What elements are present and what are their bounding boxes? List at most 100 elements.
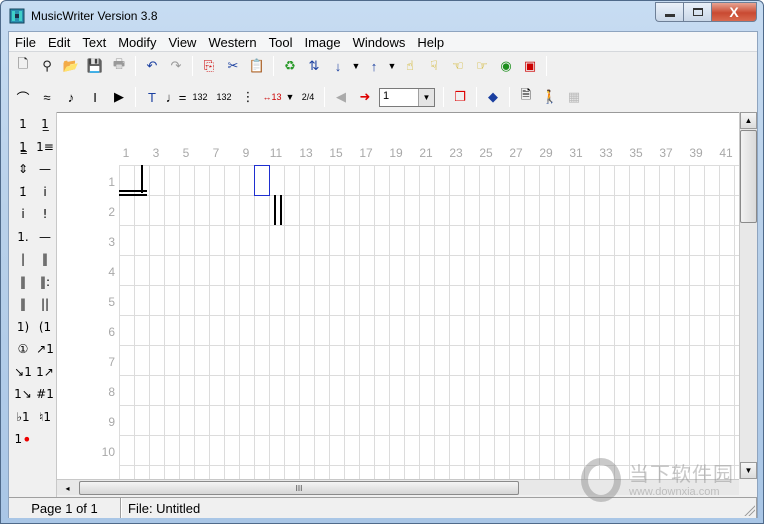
palette-thin-double-barline-button[interactable]: ||	[35, 294, 55, 314]
palette-bracket-right-button[interactable]: (1	[35, 317, 55, 337]
palette-circled-1-button[interactable]: ①	[13, 339, 33, 359]
palette-note-low-button[interactable]: i	[13, 204, 33, 224]
menu-modify[interactable]: Modify	[112, 32, 162, 52]
minimize-button[interactable]	[655, 2, 683, 22]
time-signature-button[interactable]: 2/4	[296, 86, 320, 108]
dotted-bar-button[interactable]: ⋮	[236, 86, 260, 108]
menu-help[interactable]: Help	[411, 32, 450, 52]
palette-barline-button[interactable]: |	[13, 249, 33, 269]
cut-button[interactable]: ✂	[221, 55, 245, 77]
palette-note-1-underline-button[interactable]: 1̲	[35, 114, 55, 134]
page-image-button[interactable]: 🗎	[514, 86, 538, 108]
palette-note-low-2-button[interactable]: !	[35, 204, 55, 224]
palette-repeat-start-button[interactable]: ‖	[13, 294, 33, 314]
save-button[interactable]: 💾	[83, 55, 107, 77]
vertical-scroll-thumb[interactable]	[740, 130, 757, 223]
copy-button[interactable]: ⎘	[197, 55, 221, 77]
horizontal-scroll-thumb[interactable]: III	[79, 481, 519, 495]
scroll-up-button[interactable]: ▲	[740, 112, 757, 129]
layers-button[interactable]: ❐	[448, 86, 472, 108]
palette-slide-up-button[interactable]: ↗1	[35, 339, 55, 359]
tempo-button[interactable]: ♩=	[164, 86, 188, 108]
sort-down-dropdown[interactable]: ▼	[350, 61, 362, 71]
palette-duration-toggle-button[interactable]: ⇕	[13, 159, 33, 179]
palette-note-red-dot-button[interactable]: 1 •	[13, 429, 33, 449]
score-canvas[interactable]: 1 3 5 7 9 11 13 15 17 19 21 23 25 27 29 31 33 35 37 39 41 1 2 3…	[57, 112, 739, 479]
maximize-button[interactable]	[683, 2, 711, 22]
horizontal-scrollbar[interactable]: ◂ III	[57, 479, 739, 495]
main-toolbar: 🗋 ⚲ 📂 💾 🖶 ↶ ↷ ⎘ ✂ 📋 ♻ ⇅ ↓ ▼ ↑ ▼ ☝ ☟ ☜ ☞ ◉ ▣	[9, 53, 757, 79]
palette-flat-1-button[interactable]: ♭1	[13, 407, 33, 427]
palette-bend-up-button[interactable]: 1↗	[35, 362, 55, 382]
combobox-arrow-button[interactable]: ▼	[418, 88, 434, 106]
lyric-2-button[interactable]: 132	[212, 86, 236, 108]
palette-repeat-end-button[interactable]: ‖:	[35, 272, 55, 292]
menu-view[interactable]: View	[163, 32, 203, 52]
new-document-button[interactable]: 🗋	[11, 55, 35, 77]
palette-slide-down-button[interactable]: ↘1	[13, 362, 33, 382]
slur-button[interactable]: ≈	[35, 86, 59, 108]
palette-note-1-button[interactable]: 1	[13, 114, 33, 134]
measure-dropdown[interactable]: ▼	[284, 92, 296, 102]
menu-edit[interactable]: Edit	[42, 32, 76, 52]
palette-note-high-button[interactable]: 1̇	[13, 182, 33, 202]
palette-note-high-2-button[interactable]: i	[35, 182, 55, 202]
text-tool-button[interactable]: T	[140, 86, 164, 108]
disabled-tool-button[interactable]: ▦	[562, 86, 586, 108]
palette-note-1-triple-underline-button[interactable]: 1≡	[35, 137, 55, 157]
palette-double-barline-button[interactable]: ‖	[35, 249, 55, 269]
scroll-left-button[interactable]: ◂	[59, 480, 76, 497]
menu-file[interactable]: File	[9, 32, 42, 52]
hand-right-button[interactable]: ☞	[470, 55, 494, 77]
palette-bracket-left-button[interactable]: 1)	[13, 317, 33, 337]
sort-up-button[interactable]: ↑	[362, 55, 386, 77]
menu-tool[interactable]: Tool	[263, 32, 299, 52]
refresh-button[interactable]: ♻	[278, 55, 302, 77]
menu-western[interactable]: Western	[202, 32, 262, 52]
palette-dash-button[interactable]: —	[35, 159, 55, 179]
menu-windows[interactable]: Windows	[347, 32, 412, 52]
note-button[interactable]: ♪	[59, 86, 83, 108]
play-button[interactable]: ▶	[107, 86, 131, 108]
scroll-down-button[interactable]: ▼	[740, 462, 757, 479]
lyric-1-button[interactable]: 132	[188, 86, 212, 108]
measure-button[interactable]: ↔13	[260, 86, 284, 108]
arrow-left-button[interactable]: ◀	[329, 86, 353, 108]
row-label: 5	[108, 295, 115, 309]
menu-text[interactable]: Text	[76, 32, 112, 52]
sort-down-button[interactable]: ↓	[326, 55, 350, 77]
selection-cursor[interactable]	[254, 165, 270, 196]
grid-column-line	[704, 165, 705, 479]
target-button[interactable]: ◉	[494, 55, 518, 77]
palette-end-barline-button[interactable]: ‖	[13, 272, 33, 292]
palette-note-1-dot-button[interactable]: 1.	[13, 227, 33, 247]
number-combobox[interactable]: 1 ▼	[379, 87, 435, 107]
hand-left-button[interactable]: ☜	[446, 55, 470, 77]
vertical-scrollbar[interactable]: ▲ ▼	[739, 112, 757, 479]
palette-note-1-double-underline-button[interactable]: 1̳	[13, 137, 33, 157]
sort-up-dropdown[interactable]: ▼	[386, 61, 398, 71]
print-button[interactable]: 🖶	[107, 55, 131, 77]
paste-button[interactable]: 📋	[245, 55, 269, 77]
text-cursor-button[interactable]: I	[83, 86, 107, 108]
palette-dash-2-button[interactable]: —	[35, 227, 55, 247]
redo-button[interactable]: ↷	[164, 55, 188, 77]
title-bar[interactable]: MusicWriter Version 3.8 X	[1, 1, 763, 31]
undo-button[interactable]: ↶	[140, 55, 164, 77]
hand-down-button[interactable]: ☟	[422, 55, 446, 77]
palette-natural-1-button[interactable]: ♮1	[35, 407, 55, 427]
close-button[interactable]: X	[711, 2, 757, 22]
open-folder-button[interactable]: 📂	[59, 55, 83, 77]
sort-az-button[interactable]: ⇅	[302, 55, 326, 77]
hand-up-button[interactable]: ☝	[398, 55, 422, 77]
palette-sharp-1-button[interactable]: #1	[35, 384, 55, 404]
image-chat-button[interactable]: ▣	[518, 55, 542, 77]
slur-up-button[interactable]: ⌒	[11, 86, 35, 108]
menu-image[interactable]: Image	[298, 32, 346, 52]
arrow-right-button[interactable]: ➜	[353, 86, 377, 108]
resize-grip-icon[interactable]	[743, 504, 755, 516]
eraser-button[interactable]: ◆	[481, 86, 505, 108]
palette-bend-down-button[interactable]: 1↘	[13, 384, 33, 404]
find-button[interactable]: ⚲	[35, 55, 59, 77]
walker-button[interactable]: 🚶	[538, 86, 562, 108]
